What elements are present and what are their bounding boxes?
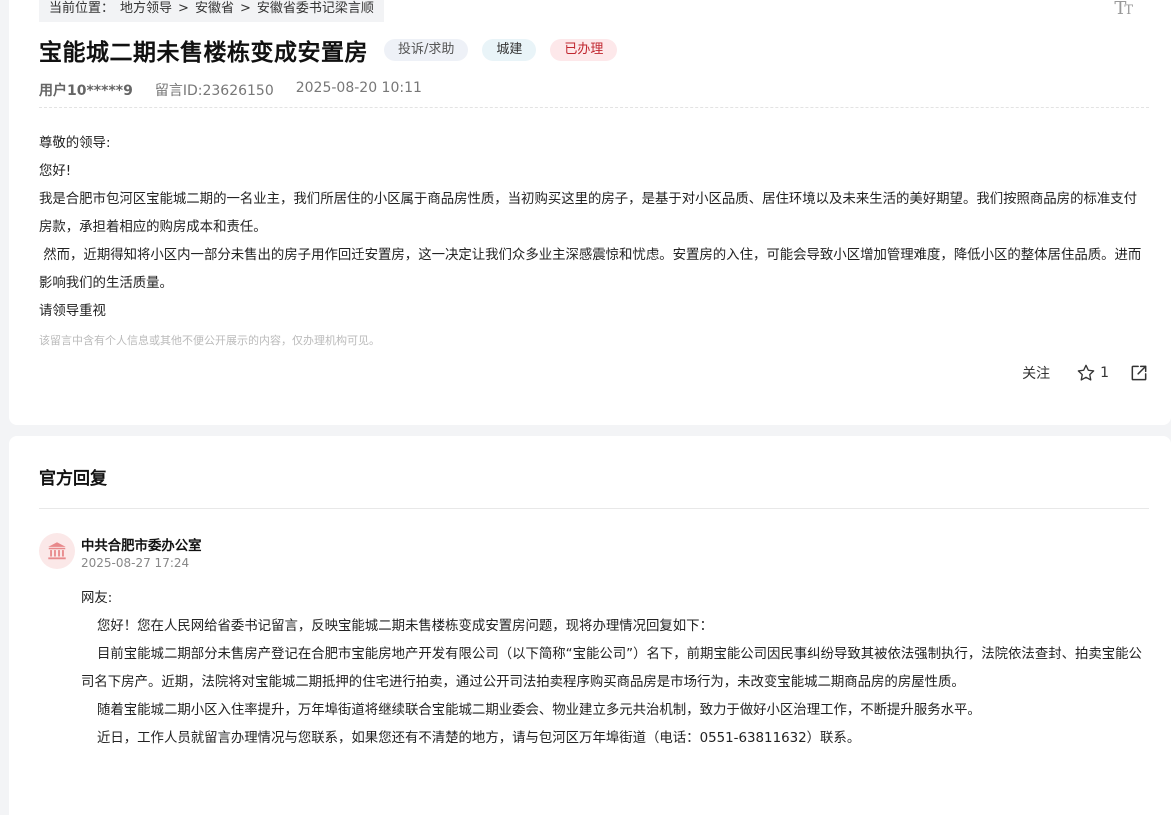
post-meta: 用户10*****9 留言ID:23626150 2025-08-20 10:1… <box>39 80 422 100</box>
body-paragraph: 我是合肥市包河区宝能城二期的一名业主，我们所居住的小区属于商品房性质，当初购买这… <box>39 192 1138 235</box>
post-actions: 关注 1 <box>1022 363 1149 383</box>
message-body: 尊敬的领导: 您好! 我是合肥市包河区宝能城二期的一名业主，我们所居住的小区属于… <box>39 130 1149 326</box>
font-size-icon[interactable]: TT <box>1114 0 1133 19</box>
page-title: 宝能城二期未售楼栋变成安置房 <box>39 40 368 66</box>
reply-paragraph: 您好！您在人民网给省委书记留言，反映宝能城二期未售楼栋变成安置房问题，现将办理情… <box>97 619 713 634</box>
avatar <box>39 533 75 569</box>
divider <box>39 508 1149 509</box>
follow-button[interactable]: 关注 <box>1022 363 1050 383</box>
reply-datetime: 2025-08-27 17:24 <box>81 556 190 570</box>
star-count: 1 <box>1100 365 1109 381</box>
post-datetime: 2025-08-20 10:11 <box>295 80 422 96</box>
font-size-small-glyph: T <box>1124 3 1133 18</box>
share-button[interactable] <box>1129 363 1149 383</box>
breadcrumb-prefix: 当前位置： <box>49 1 115 16</box>
star-icon <box>1077 364 1095 381</box>
breadcrumb: 当前位置： 地方领导 > 安徽省 > 安徽省委书记梁言顺 <box>39 0 384 22</box>
breadcrumb-separator: > <box>178 1 189 16</box>
star-button[interactable]: 1 <box>1076 363 1109 383</box>
reply-office-name: 中共合肥市委办公室 <box>81 539 202 554</box>
reply-paragraph: 随着宝能城二期小区入住率提升，万年埠街道将继续联合宝能城二期业委会、物业建立多元… <box>97 703 981 718</box>
title-row: 宝能城二期未售楼栋变成安置房 投诉/求助 城建 已办理 <box>39 36 618 66</box>
message-id: 留言ID:23626150 <box>154 83 274 99</box>
share-icon <box>1131 365 1147 381</box>
status-badge: 已办理 <box>550 39 618 61</box>
reply-heading: 官方回复 <box>39 469 107 489</box>
breadcrumb-item-province[interactable]: 安徽省 <box>195 0 234 17</box>
reply-salutation: 网友: <box>81 591 113 606</box>
privacy-notice: 该留言中含有个人信息或其他不便公开展示的内容，仅办理机构可见。 <box>39 334 380 347</box>
tag-type: 投诉/求助 <box>384 39 469 61</box>
font-size-big-glyph: T <box>1114 0 1126 19</box>
post-user: 用户10*****9 <box>39 83 133 99</box>
divider <box>39 107 1149 108</box>
body-paragraph: 请领导重视 <box>39 304 106 319</box>
breadcrumb-separator: > <box>239 1 251 16</box>
breadcrumb-item-leader[interactable]: 安徽省委书记梁言顺 <box>257 0 374 17</box>
body-paragraph: 然而，近期得知将小区内一部分未售出的房子用作回迁安置房，这一决定让我们众多业主深… <box>39 248 1142 291</box>
reply-paragraph: 目前宝能城二期部分未售房产登记在合肥市宝能房地产开发有限公司（以下简称“宝能公司… <box>81 647 1142 690</box>
reply-body: 网友: 您好！您在人民网给省委书记留言，反映宝能城二期未售楼栋变成安置房问题，现… <box>81 585 1149 753</box>
message-card: 当前位置： 地方领导 > 安徽省 > 安徽省委书记梁言顺 TT 宝能城二期未售楼… <box>9 0 1171 425</box>
reply-card: 官方回复 中共合肥市委办公室 2025-08-27 17:24 网友: 您好！您… <box>9 436 1171 815</box>
tag-field: 城建 <box>482 39 537 61</box>
breadcrumb-item-region[interactable]: 地方领导 <box>120 0 172 17</box>
body-paragraph: 您好! <box>39 164 72 179</box>
body-paragraph: 尊敬的领导: <box>39 136 111 151</box>
reply-paragraph: 近日，工作人员就留言办理情况与您联系，如果您还有不清楚的地方，请与包河区万年埠街… <box>97 731 861 746</box>
government-building-icon <box>48 542 66 560</box>
